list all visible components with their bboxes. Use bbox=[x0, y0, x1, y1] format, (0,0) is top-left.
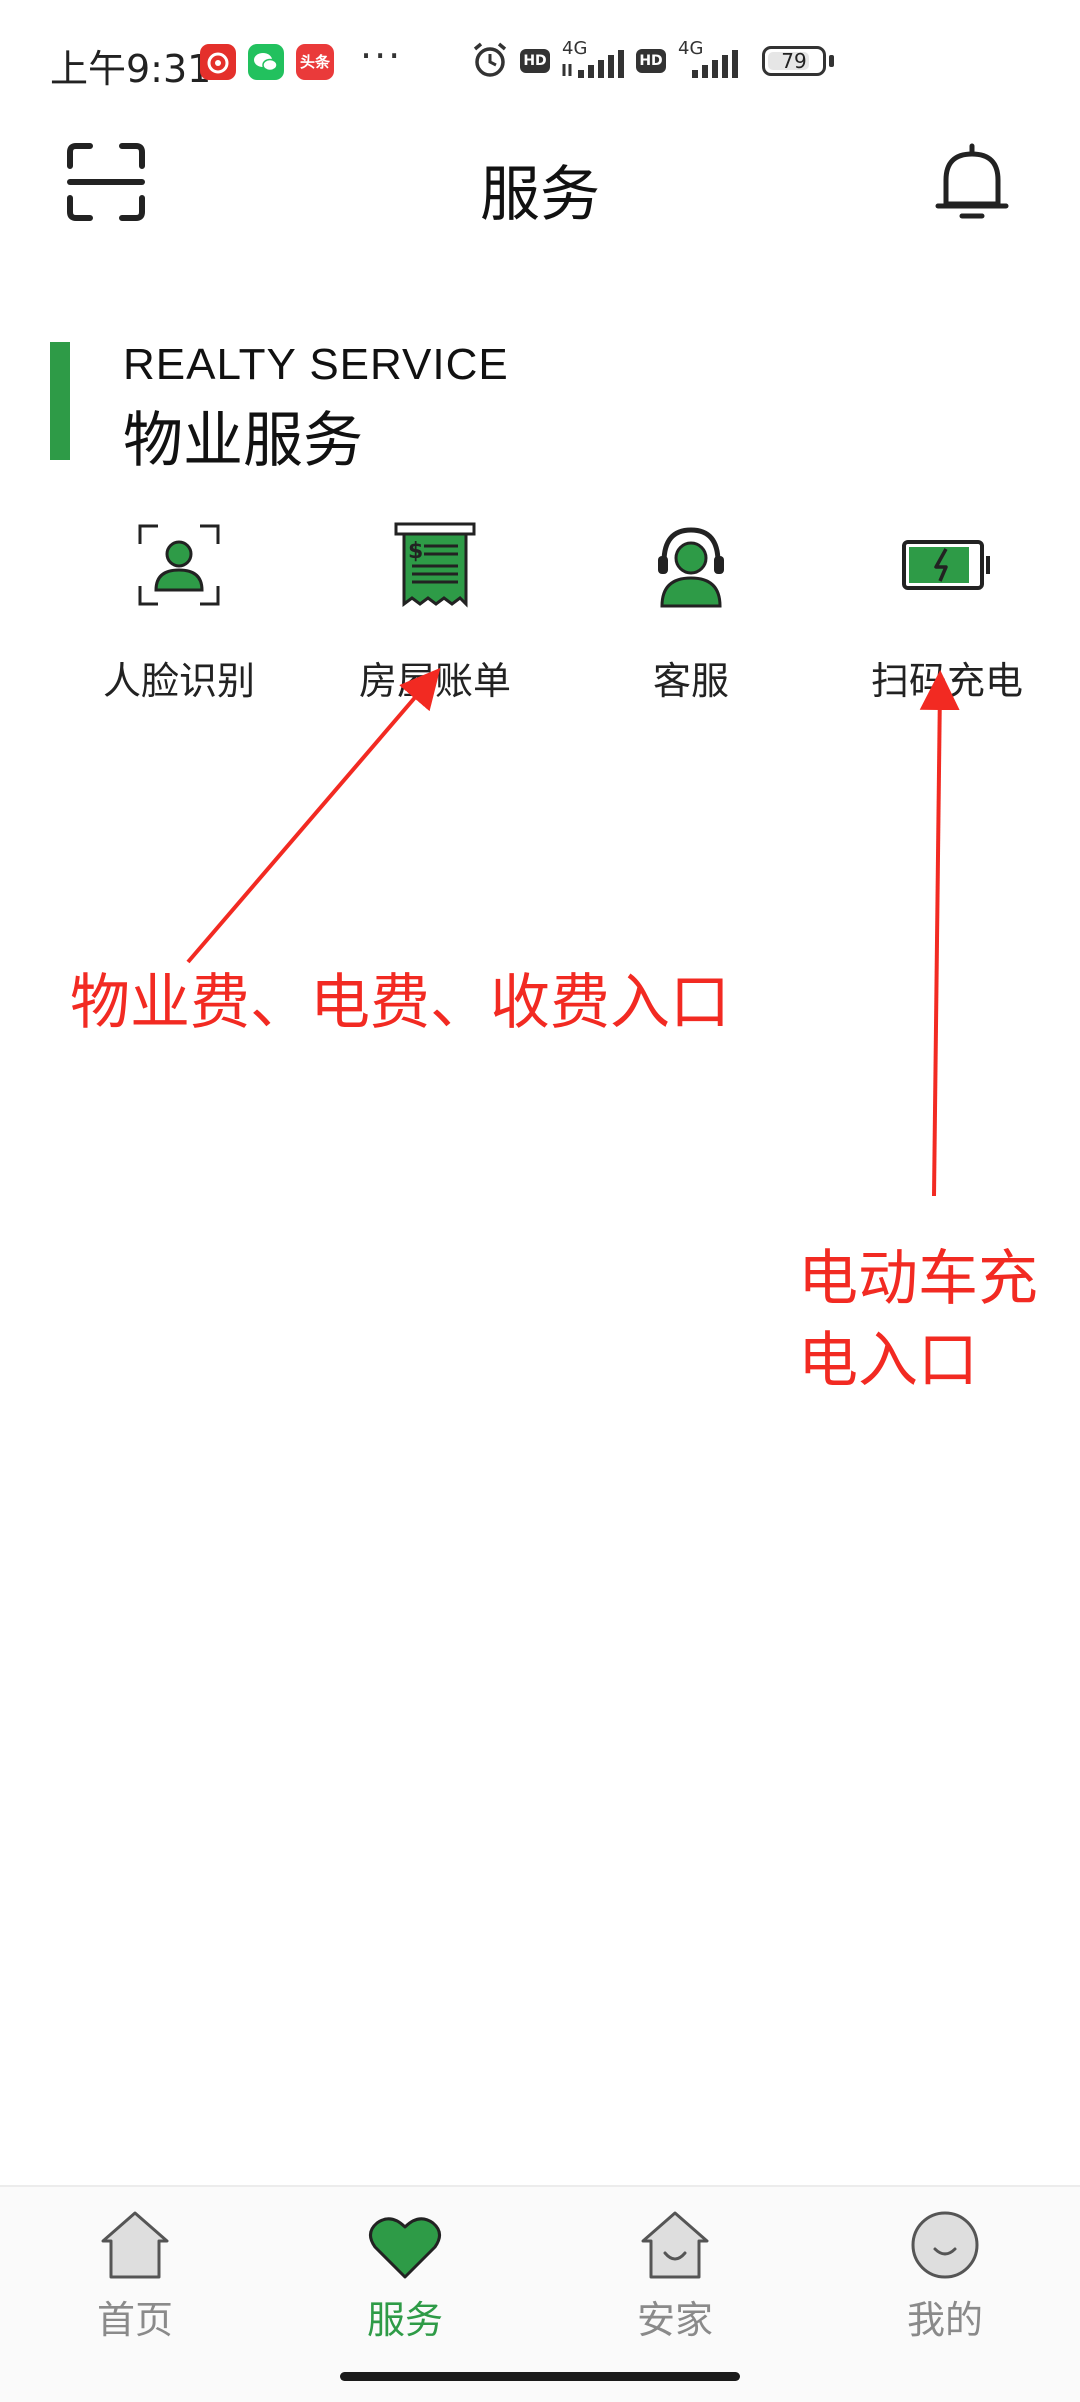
bottom-nav: 首页 服务 安家 我的 bbox=[0, 2185, 1080, 2402]
section-title-cn: 物业服务 bbox=[123, 406, 363, 476]
heart-icon bbox=[369, 2217, 441, 2279]
svg-text:$: $ bbox=[408, 539, 423, 564]
more-notifications-icon: ··· bbox=[360, 34, 403, 78]
signal-icon bbox=[692, 50, 738, 78]
service-label: 扫码充电 bbox=[870, 659, 1023, 703]
nav-label: 首页 bbox=[96, 2298, 173, 2342]
nav-item-service[interactable]: 服务 bbox=[270, 2207, 540, 2357]
arrow-to-scan-charge bbox=[919, 670, 960, 1197]
service-face-recognition[interactable]: 人脸识别 bbox=[50, 520, 308, 703]
nav-label: 我的 bbox=[906, 2298, 983, 2342]
nav-item-home[interactable]: 首页 bbox=[0, 2207, 270, 2357]
alarm-icon bbox=[473, 42, 507, 77]
section-accent-bar bbox=[50, 342, 70, 460]
hd-label: HD bbox=[523, 53, 547, 69]
arrow-to-house-bill bbox=[186, 667, 441, 964]
status-time: 上午9:31 bbox=[50, 47, 212, 91]
wechat-icon bbox=[248, 44, 284, 80]
nav-item-mine[interactable]: 我的 bbox=[810, 2207, 1080, 2357]
nav-label: 安家 bbox=[636, 2298, 713, 2342]
toutiao-icon: 头条 bbox=[296, 44, 334, 80]
annotation-charging-2: 电入口 bbox=[798, 1326, 978, 1396]
house-smile-icon bbox=[641, 2211, 709, 2279]
bell-icon bbox=[935, 143, 1009, 219]
section-title-en: REALTY SERVICE bbox=[123, 340, 509, 389]
signal-icon bbox=[562, 50, 624, 78]
hd-badge: HD bbox=[520, 49, 550, 73]
service-label: 房屋账单 bbox=[358, 659, 511, 703]
nav-label: 服务 bbox=[366, 2298, 443, 2342]
house-bill-icon: $ bbox=[394, 522, 476, 608]
section-heading: REALTY SERVICE 物业服务 bbox=[50, 340, 950, 476]
notification-button[interactable] bbox=[930, 140, 1014, 224]
customer-service-icon bbox=[658, 527, 724, 608]
netease-music-icon bbox=[200, 44, 236, 80]
annotation-charging-1: 电动车充 bbox=[798, 1244, 1038, 1314]
annotation-fees: 物业费、电费、收费入口 bbox=[70, 968, 730, 1038]
profile-icon bbox=[911, 2211, 979, 2279]
service-label: 客服 bbox=[652, 659, 729, 703]
service-scan-charge[interactable]: 扫码充电 bbox=[818, 520, 1076, 703]
service-house-bill[interactable]: $ 房屋账单 bbox=[306, 520, 564, 703]
page-title: 服务 bbox=[480, 160, 600, 230]
battery-icon: 79 bbox=[762, 46, 826, 76]
scan-charge-icon bbox=[902, 540, 990, 590]
home-indicator bbox=[340, 2372, 740, 2381]
hd-badge: HD bbox=[636, 49, 666, 73]
battery-nub bbox=[829, 55, 834, 67]
app-header: 服务 bbox=[0, 126, 1080, 236]
home-icon bbox=[101, 2211, 169, 2279]
hd-label: HD bbox=[639, 53, 663, 69]
face-recognition-icon bbox=[138, 524, 220, 606]
nav-item-anjia[interactable]: 安家 bbox=[540, 2207, 810, 2357]
status-bar: 上午9:31 头条 ··· HD 4G HD 4G 79 bbox=[0, 0, 1080, 126]
battery-percent: 79 bbox=[781, 49, 807, 73]
service-label: 人脸识别 bbox=[102, 659, 255, 703]
service-customer-service[interactable]: 客服 bbox=[562, 520, 820, 703]
toutiao-label: 头条 bbox=[299, 53, 330, 71]
